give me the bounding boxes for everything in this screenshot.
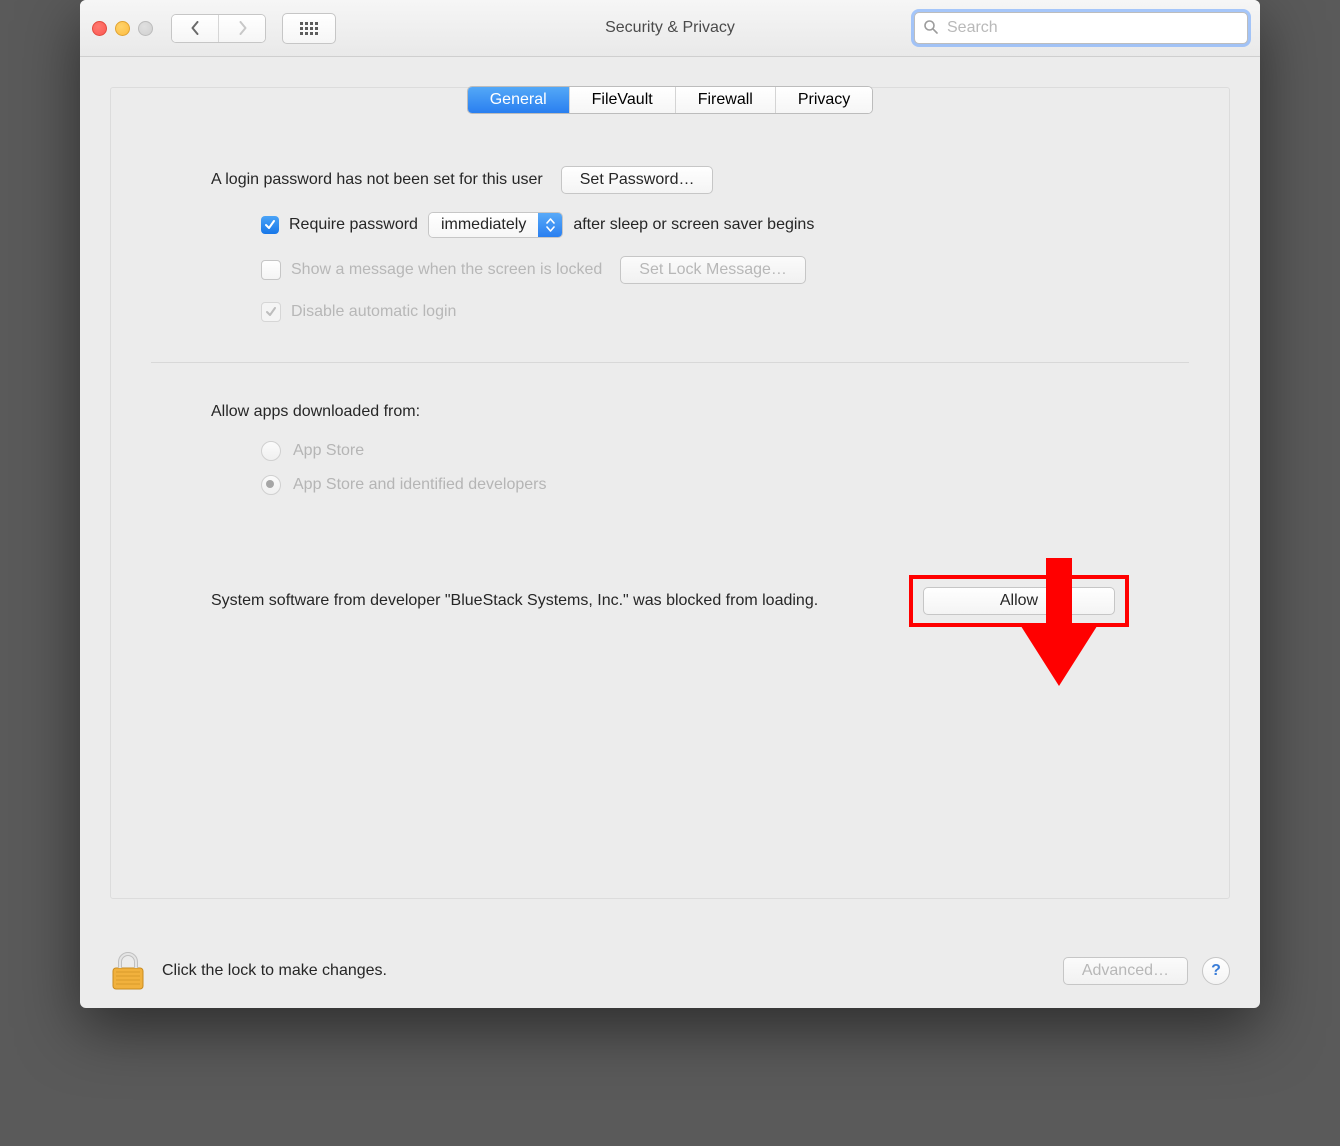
close-icon[interactable]: [92, 21, 107, 36]
show-all-button[interactable]: [282, 13, 336, 44]
radio-icon: [261, 475, 281, 495]
require-password-delay-select[interactable]: immediately: [428, 212, 563, 238]
red-arrow-annotation: [1019, 558, 1099, 688]
no-password-label: A login password has not been set for th…: [211, 171, 543, 189]
require-password-label-before: Require password: [289, 216, 418, 234]
tab-filevault[interactable]: FileVault: [569, 87, 675, 113]
chevron-right-icon: [237, 21, 248, 35]
disable-auto-login-row: Disable automatic login: [211, 302, 1129, 322]
disable-auto-login-checkbox: [261, 302, 281, 322]
grid-icon: [300, 22, 318, 35]
radio-identified-label: App Store and identified developers: [293, 476, 547, 494]
lock-icon[interactable]: [110, 951, 146, 991]
divider: [151, 362, 1189, 363]
disable-auto-login-label: Disable automatic login: [291, 303, 456, 321]
show-lock-message-checkbox[interactable]: [261, 260, 281, 280]
minimize-icon[interactable]: [115, 21, 130, 36]
radio-app-store: App Store: [261, 441, 1129, 461]
select-stepper-icon: [538, 213, 562, 237]
tab-bar: General FileVault Firewall Privacy: [111, 86, 1229, 114]
blocked-software-row: System software from developer "BlueStac…: [211, 575, 1129, 627]
set-lock-message-button: Set Lock Message…: [620, 256, 806, 284]
select-value: immediately: [429, 213, 538, 237]
lock-message-row: Show a message when the screen is locked…: [211, 256, 1129, 284]
advanced-button: Advanced…: [1063, 957, 1188, 985]
login-password-row: A login password has not been set for th…: [211, 166, 1129, 194]
help-button[interactable]: ?: [1202, 957, 1230, 985]
radio-icon: [261, 441, 281, 461]
tab-privacy[interactable]: Privacy: [775, 87, 872, 113]
lock-hint-text: Click the lock to make changes.: [162, 962, 387, 980]
tab-general[interactable]: General: [468, 87, 569, 113]
zoom-icon: [138, 21, 153, 36]
search-icon: [923, 19, 939, 35]
back-button[interactable]: [172, 15, 218, 42]
radio-identified-developers: App Store and identified developers: [261, 475, 1129, 495]
checkmark-icon: [264, 219, 276, 231]
titlebar: Security & Privacy: [80, 0, 1260, 57]
require-password-label-after: after sleep or screen saver begins: [573, 216, 814, 234]
require-password-checkbox[interactable]: [261, 216, 279, 234]
security-privacy-window: Security & Privacy General FileVault Fir…: [80, 0, 1260, 1008]
forward-button: [218, 15, 265, 42]
search-input[interactable]: [914, 12, 1248, 44]
footer: Click the lock to make changes. Advanced…: [80, 934, 1260, 1008]
tab-firewall[interactable]: Firewall: [675, 87, 775, 113]
preferences-panel: General FileVault Firewall Privacy A log…: [110, 87, 1230, 899]
search-wrap: [914, 12, 1248, 44]
checkmark-icon: [265, 306, 277, 318]
require-password-row: Require password immediately after sleep…: [211, 212, 1129, 238]
blocked-software-text: System software from developer "BlueStac…: [211, 590, 909, 612]
window-controls: [92, 21, 153, 36]
set-password-button[interactable]: Set Password…: [561, 166, 714, 194]
nav-back-forward: [171, 14, 266, 43]
radio-app-store-label: App Store: [293, 442, 364, 460]
gatekeeper-title: Allow apps downloaded from:: [211, 403, 1129, 421]
show-lock-message-label: Show a message when the screen is locked: [291, 261, 602, 279]
chevron-left-icon: [190, 21, 201, 35]
